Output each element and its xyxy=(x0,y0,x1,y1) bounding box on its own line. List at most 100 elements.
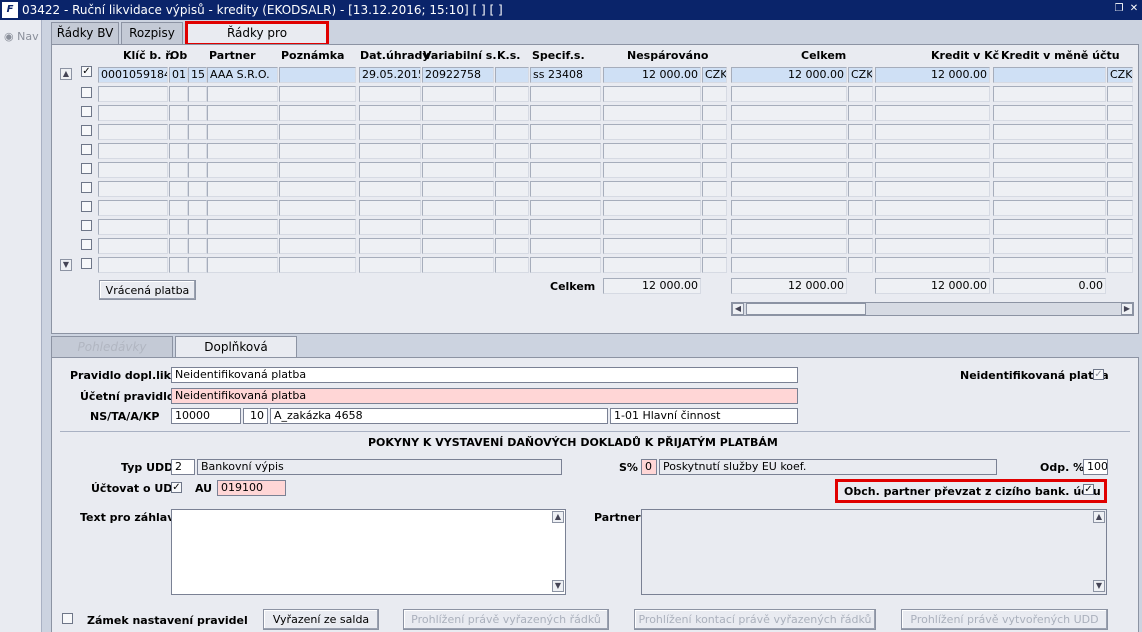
grid-cell[interactable] xyxy=(169,257,188,273)
grid-cell[interactable] xyxy=(848,124,873,140)
grid-cell[interactable] xyxy=(731,143,847,159)
grid-cell[interactable] xyxy=(530,105,601,121)
grid-cell[interactable] xyxy=(169,219,188,235)
grid-cell[interactable] xyxy=(603,105,701,121)
grid-cell[interactable] xyxy=(993,219,1106,235)
grid-cell[interactable] xyxy=(422,162,494,178)
grid-cell[interactable] xyxy=(207,124,278,140)
grid-cell[interactable] xyxy=(702,257,727,273)
grid-cell[interactable] xyxy=(495,219,529,235)
grid-cell[interactable] xyxy=(359,238,421,254)
row-checkbox[interactable] xyxy=(81,163,92,174)
grid-cell[interactable] xyxy=(279,200,356,216)
grid-cell[interactable] xyxy=(279,124,356,140)
grid-cell[interactable] xyxy=(279,105,356,121)
grid-cell[interactable] xyxy=(1107,200,1133,216)
cell-mena2[interactable]: CZK xyxy=(848,67,873,83)
grid-cell[interactable] xyxy=(169,86,188,102)
grid-cell[interactable] xyxy=(188,105,207,121)
grid-cell[interactable] xyxy=(359,105,421,121)
grid-cell[interactable] xyxy=(993,181,1106,197)
grid-cell[interactable] xyxy=(188,181,207,197)
cell-kredit-mena[interactable] xyxy=(993,67,1106,83)
grid-cell[interactable] xyxy=(422,86,494,102)
grid-cell[interactable] xyxy=(98,200,168,216)
grid-cell[interactable] xyxy=(875,86,990,102)
grid-cell[interactable] xyxy=(731,124,847,140)
grid-cell[interactable] xyxy=(279,86,356,102)
grid-cell[interactable] xyxy=(875,105,990,121)
grid-cell[interactable] xyxy=(530,162,601,178)
grid-cell[interactable] xyxy=(1107,105,1133,121)
grid-cell[interactable] xyxy=(495,181,529,197)
grid-cell[interactable] xyxy=(530,124,601,140)
grid-cell[interactable] xyxy=(169,200,188,216)
grid-cell[interactable] xyxy=(993,143,1106,159)
grid-cell[interactable] xyxy=(875,257,990,273)
a-field[interactable]: A_zakázka 4658 xyxy=(270,408,608,424)
row-checkbox[interactable] xyxy=(81,106,92,117)
uctovat-checkbox[interactable]: ✓ xyxy=(171,482,182,493)
grid-cell[interactable] xyxy=(731,200,847,216)
grid-cell[interactable] xyxy=(875,181,990,197)
grid-cell[interactable] xyxy=(603,124,701,140)
grid-cell[interactable] xyxy=(1107,257,1133,273)
grid-cell[interactable] xyxy=(731,219,847,235)
nav-radio[interactable]: ◉ Nav xyxy=(4,30,39,43)
grid-cell[interactable] xyxy=(279,162,356,178)
tab-rozpisy[interactable]: Rozpisy xyxy=(121,22,183,44)
grid-cell[interactable] xyxy=(169,181,188,197)
grid-cell[interactable] xyxy=(495,200,529,216)
grid-cell[interactable] xyxy=(1107,181,1133,197)
grid-cell[interactable] xyxy=(530,238,601,254)
grid-cell[interactable] xyxy=(188,238,207,254)
grid-cell[interactable] xyxy=(1107,143,1133,159)
grid-cell[interactable] xyxy=(848,86,873,102)
grid-cell[interactable] xyxy=(702,143,727,159)
grid-cell[interactable] xyxy=(279,257,356,273)
cell-celkem[interactable]: 12 000.00 xyxy=(731,67,847,83)
grid-cell[interactable] xyxy=(169,105,188,121)
grid-cell[interactable] xyxy=(207,219,278,235)
close-icon[interactable]: ✕ xyxy=(1128,3,1140,15)
grid-cell[interactable] xyxy=(188,257,207,273)
grid-cell[interactable] xyxy=(731,257,847,273)
grid-cell[interactable] xyxy=(731,105,847,121)
text-scroll-up-icon[interactable]: ▲ xyxy=(552,511,564,523)
grid-cell[interactable] xyxy=(702,105,727,121)
grid-cell[interactable] xyxy=(188,200,207,216)
scroll-right-icon[interactable]: ▶ xyxy=(1121,303,1133,315)
cell-klic[interactable]: 0001059184 xyxy=(98,67,168,83)
grid-cell[interactable] xyxy=(359,257,421,273)
row-checkbox[interactable] xyxy=(81,220,92,231)
grid-cell[interactable] xyxy=(603,257,701,273)
grid-cell[interactable] xyxy=(530,200,601,216)
grid-cell[interactable] xyxy=(169,143,188,159)
grid-cell[interactable] xyxy=(848,105,873,121)
grid-cell[interactable] xyxy=(1107,219,1133,235)
grid-cell[interactable] xyxy=(207,162,278,178)
grid-cell[interactable] xyxy=(359,124,421,140)
grid-cell[interactable] xyxy=(993,200,1106,216)
grid-cell[interactable] xyxy=(359,86,421,102)
grid-cell[interactable] xyxy=(702,238,727,254)
obch-partner-checkbox[interactable]: ✓ xyxy=(1083,484,1094,495)
grid-cell[interactable] xyxy=(731,181,847,197)
grid-cell[interactable] xyxy=(530,257,601,273)
grid-cell[interactable] xyxy=(875,162,990,178)
grid-cell[interactable] xyxy=(98,219,168,235)
grid-cell[interactable] xyxy=(848,219,873,235)
grid-cell[interactable] xyxy=(1107,124,1133,140)
ns-field[interactable]: 10000 xyxy=(171,408,241,424)
grid-cell[interactable] xyxy=(603,200,701,216)
grid-cell[interactable] xyxy=(169,162,188,178)
grid-cell[interactable] xyxy=(603,143,701,159)
cell-datum[interactable]: 29.05.2015 xyxy=(359,67,421,83)
grid-cell[interactable] xyxy=(207,200,278,216)
grid-cell[interactable] xyxy=(731,86,847,102)
tab-pohledavky[interactable]: Pohledávky xyxy=(51,336,173,358)
cell-kredit-kc[interactable]: 12 000.00 xyxy=(875,67,990,83)
grid-cell[interactable] xyxy=(279,219,356,235)
grid-cell[interactable] xyxy=(169,238,188,254)
row-checkbox[interactable] xyxy=(81,258,92,269)
